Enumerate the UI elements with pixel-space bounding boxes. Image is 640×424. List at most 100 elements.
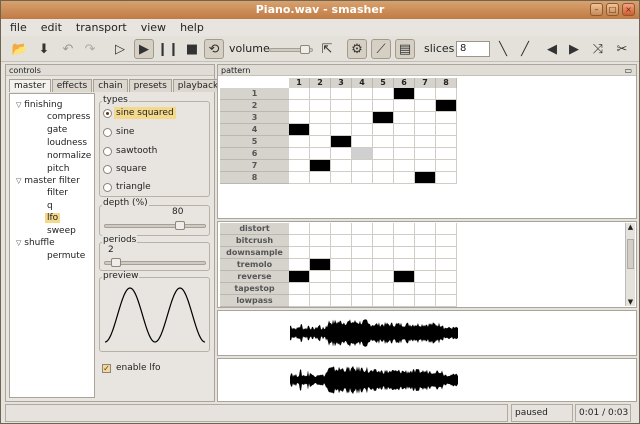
effect-cell[interactable]: [352, 295, 373, 307]
pattern-cell[interactable]: [289, 124, 310, 136]
pattern-cell[interactable]: [289, 136, 310, 148]
pattern-cell[interactable]: [310, 124, 331, 136]
effect-cell[interactable]: [394, 235, 415, 247]
pattern-cell[interactable]: [289, 112, 310, 124]
pattern-cell[interactable]: [352, 124, 373, 136]
pattern-cell[interactable]: [415, 172, 436, 184]
pattern-cell[interactable]: [394, 136, 415, 148]
scroll-thumb[interactable]: [627, 239, 634, 269]
pattern-cell[interactable]: [415, 136, 436, 148]
effect-cell[interactable]: [394, 223, 415, 235]
tree-item-pitch[interactable]: pitch: [47, 164, 69, 174]
effect-cell[interactable]: [331, 247, 352, 259]
effect-cell[interactable]: [415, 283, 436, 295]
pattern-cell[interactable]: [289, 88, 310, 100]
pattern-cell[interactable]: [310, 100, 331, 112]
pattern-cell[interactable]: [436, 124, 457, 136]
rising-line-icon[interactable]: ╱: [515, 39, 535, 59]
pattern-cell[interactable]: [373, 160, 394, 172]
pattern-cell[interactable]: [394, 124, 415, 136]
pattern-cell[interactable]: [352, 136, 373, 148]
pattern-cell[interactable]: [394, 172, 415, 184]
effect-cell[interactable]: [394, 283, 415, 295]
pattern-cell[interactable]: [310, 148, 331, 160]
expand-arrow-icon[interactable]: ▽: [16, 101, 21, 109]
effect-cell[interactable]: [415, 271, 436, 283]
undo-icon[interactable]: ↶: [58, 39, 78, 59]
pattern-cell[interactable]: [289, 172, 310, 184]
radio-sine-squared[interactable]: [103, 109, 112, 118]
meter-icon[interactable]: ▤: [395, 39, 415, 59]
effect-cell[interactable]: [436, 235, 457, 247]
tab-presets[interactable]: presets: [128, 79, 172, 92]
pattern-cell[interactable]: [310, 136, 331, 148]
pattern-cell[interactable]: [331, 112, 352, 124]
waveform-view-2[interactable]: [217, 358, 637, 402]
effect-cell[interactable]: [352, 235, 373, 247]
pattern-cell[interactable]: [373, 88, 394, 100]
tree-item-loudness[interactable]: loudness: [47, 138, 87, 148]
effect-cell[interactable]: [394, 295, 415, 307]
undock-icon[interactable]: ▭: [624, 65, 632, 76]
effect-cell[interactable]: [289, 223, 310, 235]
effect-cell[interactable]: [310, 283, 331, 295]
scissors-icon[interactable]: ✂: [612, 39, 632, 59]
tree-item-sweep[interactable]: sweep: [47, 226, 76, 236]
effect-cell[interactable]: [373, 295, 394, 307]
redo-icon[interactable]: ↷: [80, 39, 100, 59]
pattern-cell[interactable]: [394, 160, 415, 172]
option-sine[interactable]: sine: [114, 126, 136, 138]
effect-cell[interactable]: [415, 235, 436, 247]
pattern-cell[interactable]: [415, 100, 436, 112]
periods-knob[interactable]: [111, 258, 121, 267]
effect-cell[interactable]: [289, 271, 310, 283]
option-triangle[interactable]: triangle: [114, 181, 153, 193]
maximize-icon[interactable]: □: [606, 3, 619, 16]
option-sine-squared[interactable]: sine squared: [114, 107, 176, 119]
pattern-cell[interactable]: [352, 112, 373, 124]
effect-cell[interactable]: [415, 247, 436, 259]
effect-cell[interactable]: [436, 271, 457, 283]
expand-arrow-icon[interactable]: ▽: [16, 177, 21, 185]
pattern-cell[interactable]: [331, 136, 352, 148]
tree-item-filter[interactable]: filter: [47, 188, 68, 198]
pattern-cell[interactable]: [352, 148, 373, 160]
pattern-cell[interactable]: [415, 88, 436, 100]
effect-cell[interactable]: [352, 259, 373, 271]
tree-item-normalize[interactable]: normalize: [47, 151, 91, 161]
pattern-cell[interactable]: [436, 160, 457, 172]
save-icon[interactable]: ⬇: [34, 39, 54, 59]
effect-cell[interactable]: [373, 247, 394, 259]
menu-edit[interactable]: edit: [41, 21, 62, 34]
radio-square[interactable]: [103, 165, 112, 174]
effect-cell[interactable]: [394, 271, 415, 283]
pattern-cell[interactable]: [289, 160, 310, 172]
effect-cell[interactable]: [289, 283, 310, 295]
tree-item-lfo[interactable]: lfo: [45, 213, 61, 223]
pattern-cell[interactable]: [373, 148, 394, 160]
effect-cell[interactable]: [373, 223, 394, 235]
periods-slider[interactable]: [104, 258, 206, 267]
effect-cell[interactable]: [310, 223, 331, 235]
volume-slider[interactable]: [269, 45, 313, 54]
pattern-cell[interactable]: [373, 124, 394, 136]
pattern-cell[interactable]: [331, 148, 352, 160]
pattern-cell[interactable]: [436, 100, 457, 112]
effect-cell[interactable]: [331, 235, 352, 247]
radio-triangle[interactable]: [103, 183, 112, 192]
effects-scrollbar[interactable]: ▲ ▼: [625, 223, 635, 306]
effect-cell[interactable]: [436, 259, 457, 271]
previous-icon[interactable]: ◀: [542, 39, 562, 59]
pattern-cell[interactable]: [415, 124, 436, 136]
effect-cell[interactable]: [373, 271, 394, 283]
effect-cell[interactable]: [331, 295, 352, 307]
effect-cell[interactable]: [373, 283, 394, 295]
tree-item-shuffle[interactable]: ▽ shuffle: [16, 238, 55, 248]
effect-cell[interactable]: [415, 259, 436, 271]
tab-chain[interactable]: chain: [93, 79, 128, 92]
slash-line-icon[interactable]: ╲: [493, 39, 513, 59]
pattern-cell[interactable]: [352, 100, 373, 112]
effect-cell[interactable]: [331, 259, 352, 271]
pattern-cell[interactable]: [394, 112, 415, 124]
pattern-cell[interactable]: [373, 112, 394, 124]
